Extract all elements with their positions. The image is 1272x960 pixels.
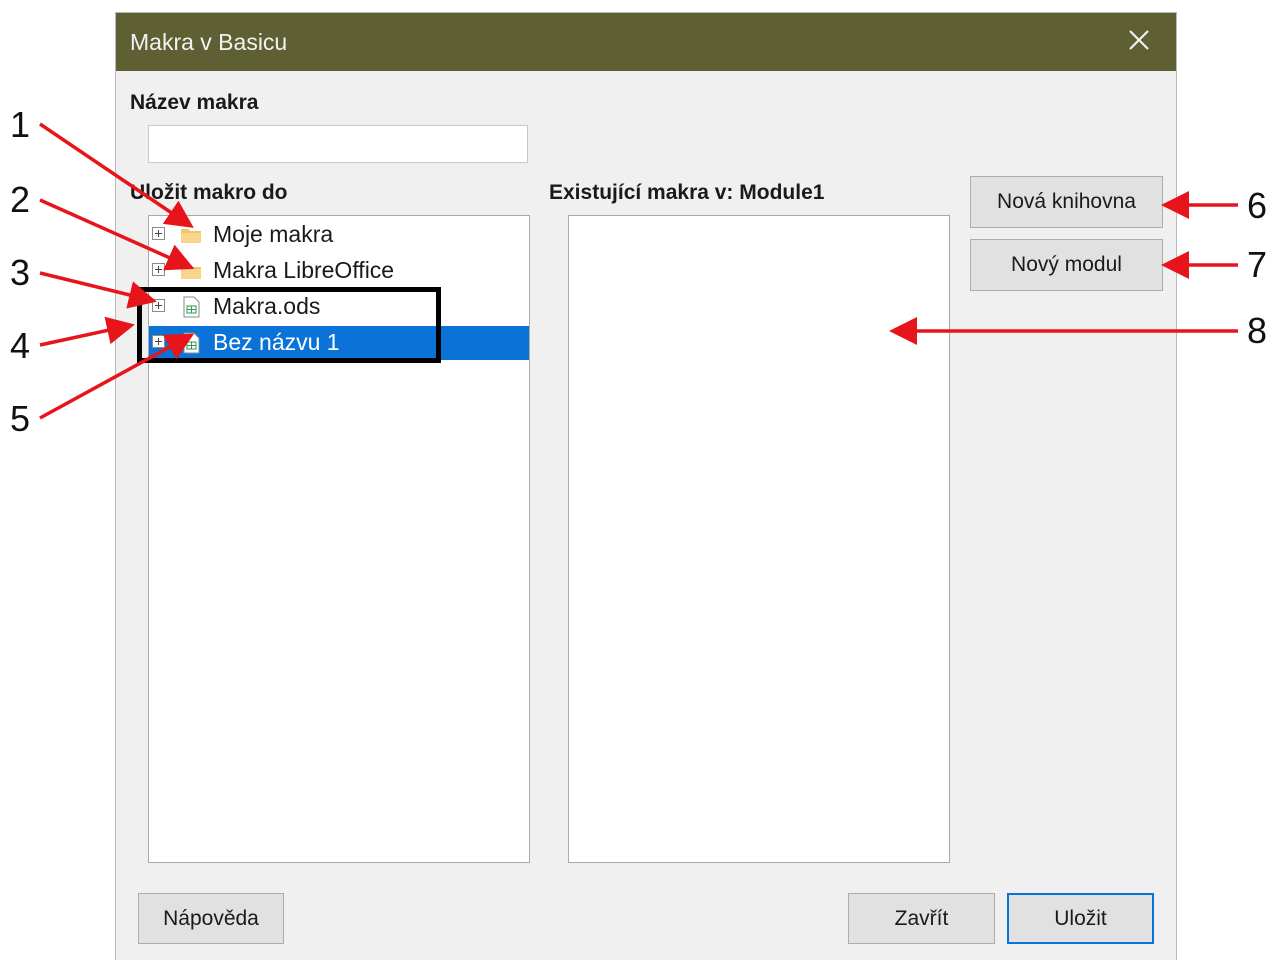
- existing-macros-list[interactable]: [568, 215, 950, 863]
- new-module-button[interactable]: Nový modul: [970, 239, 1163, 291]
- tree-item-moje-makra[interactable]: Moje makra: [149, 218, 529, 252]
- spreadsheet-document-icon: [183, 332, 200, 354]
- callout-number-2: 2: [9, 179, 31, 220]
- callout-number-5: 5: [9, 398, 31, 439]
- spreadsheet-document-icon: [183, 296, 200, 318]
- close-icon[interactable]: [1124, 25, 1154, 55]
- dialog-titlebar: Makra v Basicu: [116, 13, 1176, 71]
- help-button[interactable]: Nápověda: [138, 893, 284, 944]
- expand-icon[interactable]: [152, 299, 165, 312]
- macro-name-label: Název makra: [130, 91, 259, 114]
- folder-icon: [181, 265, 201, 279]
- tree-item-label: Makra.ods: [213, 293, 321, 319]
- tree-item-label: Moje makra: [213, 221, 334, 247]
- close-button[interactable]: Zavřít: [848, 893, 995, 944]
- callout-number-4: 4: [9, 325, 31, 366]
- basic-macros-dialog: Makra v Basicu Název makra Uložit makro …: [115, 12, 1177, 960]
- tree-item-makra-libreoffice[interactable]: Makra LibreOffice: [149, 254, 529, 288]
- callout-number-8: 8: [1246, 310, 1268, 351]
- tree-item-label: Bez názvu 1: [213, 329, 340, 355]
- library-tree[interactable]: Moje makra Makra LibreOffice Makra.ods B…: [148, 215, 530, 863]
- save-in-label: Uložit makro do: [130, 181, 288, 204]
- dialog-title: Makra v Basicu: [130, 29, 288, 55]
- tree-item-label: Makra LibreOffice: [213, 257, 395, 283]
- expand-icon[interactable]: [152, 227, 165, 240]
- tree-item-makra-ods[interactable]: Makra.ods: [149, 290, 529, 324]
- new-library-button[interactable]: Nová knihovna: [970, 176, 1163, 228]
- expand-icon[interactable]: [152, 263, 165, 276]
- tree-item-bez-nazvu-1[interactable]: Bez názvu 1: [149, 326, 529, 360]
- expand-icon[interactable]: [152, 335, 165, 348]
- existing-macros-label: Existující makra v: Module1: [549, 181, 825, 204]
- callout-number-1: 1: [9, 104, 31, 145]
- callout-number-3: 3: [9, 252, 31, 293]
- callout-number-7: 7: [1246, 244, 1268, 285]
- macro-name-input[interactable]: [148, 125, 528, 163]
- save-button[interactable]: Uložit: [1007, 893, 1154, 944]
- folder-icon: [181, 229, 201, 243]
- callout-number-6: 6: [1246, 185, 1268, 226]
